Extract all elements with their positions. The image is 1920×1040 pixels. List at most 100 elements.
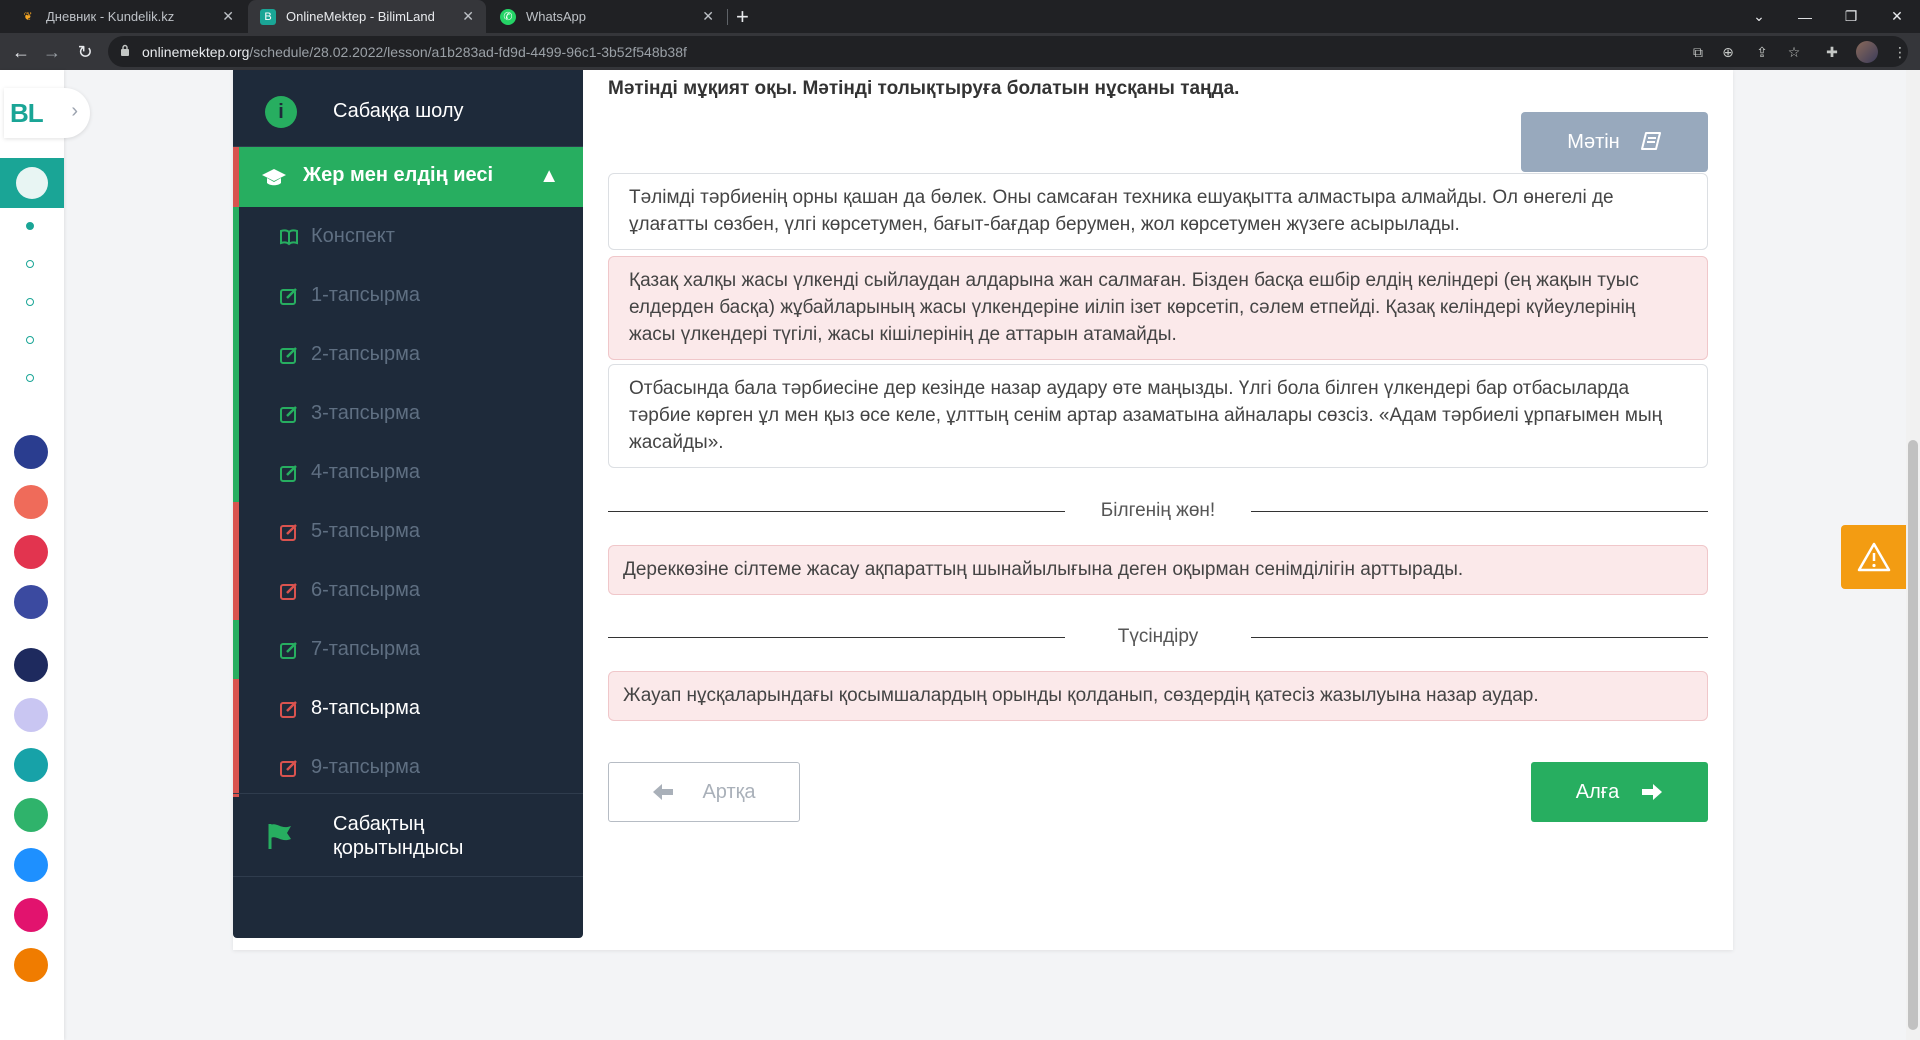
nav-dot[interactable] [26, 336, 34, 344]
know-title: Білгенің жөн! [1100, 500, 1216, 521]
restore-icon[interactable]: ❐ [1828, 0, 1874, 33]
explain-note: Жауап нұсқаларындағы қосымшалардың орынд… [608, 671, 1708, 721]
new-tab-icon[interactable]: + [736, 4, 749, 30]
nav-item-label: 5-тапсырма [311, 520, 421, 542]
status-bar [233, 620, 239, 679]
bookmark-star-icon[interactable]: ☆ [1784, 42, 1804, 62]
logo-text: BL [10, 97, 44, 128]
nav-dot[interactable] [26, 374, 34, 382]
edit-icon [280, 760, 297, 777]
status-bar [233, 207, 239, 266]
book-icon [280, 229, 298, 246]
smart-nation-icon[interactable] [14, 648, 48, 682]
bilim-shop-icon[interactable] [14, 535, 48, 569]
lesson-overview-item[interactable]: i Сабаққа шолу [233, 70, 583, 147]
scrollbar-thumb[interactable] [1908, 440, 1918, 1030]
nav-item-label: Конспект [311, 225, 395, 247]
report-problem-button[interactable] [1841, 525, 1906, 589]
translate-icon[interactable]: ⧉ [1688, 42, 1708, 62]
twig-icon[interactable] [14, 898, 48, 932]
nav-item-task-7[interactable]: 7-тапсырма [233, 620, 583, 679]
menu-kebab-icon[interactable]: ⋮ [1890, 42, 1910, 62]
browser-toolbar: ← → ↻ onlinemektep.org/schedule/28.02.20… [0, 33, 1920, 70]
status-bar [233, 561, 239, 620]
nav-item-konspekt[interactable]: Конспект [233, 207, 583, 266]
bilimtap-icon[interactable] [14, 948, 48, 982]
page: BL › i Сабаққа шолу Жер мен елдің иесі ▲ [0, 70, 1920, 1040]
bilimland-favicon-icon: B [260, 8, 276, 25]
nav-item-task-8[interactable]: 8-тапсырма [233, 679, 583, 738]
nav-item-task-9[interactable]: 9-тапсырма [233, 738, 583, 797]
extensions-icon[interactable]: ✚ [1822, 42, 1842, 62]
nav-dot[interactable] [26, 298, 34, 306]
text-button-label: Мәтін [1567, 130, 1620, 153]
tab-kundelik[interactable]: ❦ Дневник - Kundelik.kz ✕ [8, 0, 246, 33]
nav-item-task-4[interactable]: 4-тапсырма [233, 443, 583, 502]
bilim-media-icon[interactable] [14, 485, 48, 519]
status-bar [233, 266, 239, 325]
browser-tabstrip: ❦ Дневник - Kundelik.kz ✕ B OnlineMektep… [0, 0, 1920, 33]
status-bar [233, 384, 239, 443]
bilimland-logo[interactable]: BL › [4, 88, 90, 138]
bilim-land-icon[interactable] [14, 798, 48, 832]
whatsapp-favicon-icon: ✆ [500, 8, 516, 25]
back-arrow-icon[interactable]: ← [9, 40, 33, 64]
answer-option-2[interactable]: Қазақ халқы жасы үлкенді сыйлаудан алдар… [608, 256, 1708, 360]
status-bar [233, 738, 239, 797]
explain-divider: Түсіндіру [608, 626, 1708, 650]
nav-item-label: 9-тапсырма [311, 756, 421, 778]
explain-title: Түсіндіру [1117, 626, 1199, 647]
close-tab-icon[interactable]: ✕ [462, 8, 474, 25]
onlinemektep-icon [16, 167, 48, 199]
kundelik-favicon-icon: ❦ [23, 11, 33, 23]
lesson-navigation: i Сабаққа шолу Жер мен елдің иесі ▲ Конс… [233, 70, 583, 938]
close-tab-icon[interactable]: ✕ [702, 8, 714, 25]
nav-item-task-1[interactable]: 1-тапсырма [233, 266, 583, 325]
bilim-tutor-icon[interactable] [14, 435, 48, 469]
product-sidebar: BL › [0, 70, 90, 1040]
back-label: Артқа [702, 780, 756, 803]
close-tab-icon[interactable]: ✕ [222, 8, 234, 25]
tab-whatsapp[interactable]: ✆ WhatsApp ✕ [488, 0, 726, 33]
nav-dot[interactable] [26, 260, 34, 268]
chevron-up-icon[interactable]: ▲ [539, 165, 559, 188]
back-button[interactable]: Артқа [608, 762, 800, 822]
edit-icon [280, 583, 297, 600]
answer-option-1[interactable]: Тәлімді тәрбиенің орны қашан да бөлек. О… [608, 173, 1708, 250]
nav-item-task-5[interactable]: 5-тапсырма [233, 502, 583, 561]
nav-item-task-2[interactable]: 2-тапсырма [233, 325, 583, 384]
status-bar [233, 502, 239, 561]
close-window-icon[interactable]: ✕ [1874, 0, 1920, 33]
onlinemektep-product[interactable] [0, 158, 64, 208]
graduation-cap-icon [262, 169, 286, 186]
bilim-class-icon[interactable] [14, 585, 48, 619]
next-button[interactable]: Алға [1531, 762, 1708, 822]
warning-icon [1857, 542, 1890, 572]
tab-onlinemektep[interactable]: B OnlineMektep - BilimLand ✕ [248, 0, 486, 33]
status-bar [233, 325, 239, 384]
forward-arrow-icon[interactable]: → [40, 40, 64, 64]
nav-dot[interactable] [26, 222, 34, 230]
keyboard-app-icon[interactable] [14, 698, 48, 732]
profile-avatar[interactable] [1856, 41, 1878, 63]
minimize-icon[interactable]: — [1782, 0, 1828, 33]
address-bar[interactable]: onlinemektep.org/schedule/28.02.2022/les… [108, 36, 1908, 67]
zoom-icon[interactable]: ⊕ [1718, 42, 1738, 62]
bilim-olympiad-icon[interactable] [14, 748, 48, 782]
answer-option-3[interactable]: Отбасында бала тәрбиесіне дер кезінде на… [608, 364, 1708, 468]
status-bar [233, 679, 239, 738]
itest-icon[interactable] [14, 848, 48, 882]
chevron-right-icon[interactable]: › [71, 100, 78, 123]
tab-search-icon[interactable]: ⌄ [1736, 0, 1782, 33]
lesson-section-header[interactable]: Жер мен елдің иесі ▲ [233, 147, 583, 207]
reload-icon[interactable]: ↻ [73, 40, 97, 64]
know-note: Дереккөзіне сілтеме жасау ақпараттың шын… [608, 545, 1708, 595]
nav-item-task-3[interactable]: 3-тапсырма [233, 384, 583, 443]
share-icon[interactable]: ⇪ [1752, 42, 1772, 62]
flag-icon [268, 824, 291, 849]
url-path: /schedule/28.02.2022/lesson/a1b283ad-fd9… [249, 43, 687, 60]
nav-item-task-6[interactable]: 6-тапсырма [233, 561, 583, 620]
lesson-summary-item[interactable]: Сабақтың қорытындысы [233, 793, 583, 877]
text-button[interactable]: Мәтін [1521, 112, 1708, 172]
lock-icon [121, 44, 129, 56]
